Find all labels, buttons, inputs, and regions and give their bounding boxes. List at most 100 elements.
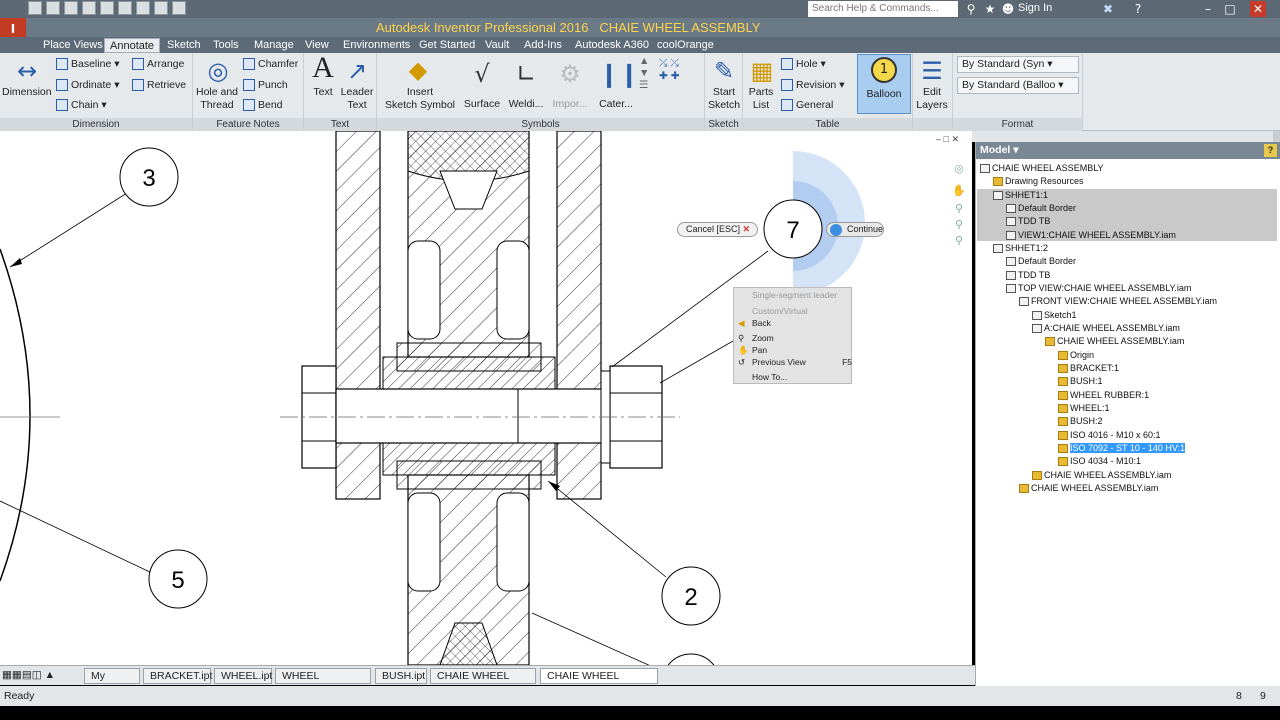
- view-window-controls[interactable]: – □ ✕: [936, 134, 959, 145]
- surface-button[interactable]: Surface: [463, 98, 501, 111]
- tree-node[interactable]: BUSH:1: [1058, 375, 1103, 387]
- tab-vault[interactable]: Vault: [480, 38, 514, 53]
- zoom-icon[interactable]: ⚲: [950, 202, 968, 216]
- tree-node[interactable]: ISO 7092 - ST 10 - 140 HV:1: [1058, 442, 1186, 454]
- doc-tab[interactable]: BUSH.ipt: [375, 668, 427, 684]
- style-combo-2[interactable]: By Standard (Balloo ▾: [957, 77, 1079, 94]
- star-icon[interactable]: ★: [982, 1, 998, 17]
- tree-node[interactable]: ISO 4034 - M10:1: [1058, 455, 1141, 467]
- tab-manage[interactable]: Manage: [249, 38, 299, 53]
- menu-pan[interactable]: ✋ Pan: [738, 345, 767, 355]
- tree-node[interactable]: WHEEL:1: [1058, 402, 1110, 414]
- help-search-input[interactable]: Search Help & Commands...: [808, 1, 958, 17]
- menu-back[interactable]: ◀ Back: [738, 318, 771, 328]
- tree-node[interactable]: CHAIE WHEEL ASSEMBLY: [980, 162, 1104, 174]
- tree-node[interactable]: SHHET1:2: [993, 242, 1048, 254]
- cancel-button[interactable]: Cancel [ESC] ✕: [677, 222, 758, 237]
- menu-custom-virtual[interactable]: Custom/Virtual: [752, 306, 808, 316]
- doc-tab[interactable]: WHEEL RUBBER.ipt: [275, 668, 371, 697]
- steering-wheel-icon[interactable]: ◎: [950, 162, 968, 176]
- edit-layers-button[interactable]: Edit Layers: [913, 86, 951, 112]
- minimize-icon[interactable]: –: [1200, 1, 1216, 17]
- tree-node[interactable]: A:CHAIE WHEEL ASSEMBLY.iam: [1032, 322, 1180, 334]
- continue-button[interactable]: Continue: [826, 222, 884, 237]
- tree-node[interactable]: SHHET1:1: [993, 189, 1048, 201]
- menu-single-segment-leader[interactable]: Single-segment leader: [752, 290, 837, 300]
- symbols-scroll-control[interactable]: ▲ ▼ ☰: [639, 55, 649, 91]
- start-sketch-button[interactable]: Start Sketch: [705, 86, 743, 112]
- tree-node[interactable]: BRACKET:1: [1058, 362, 1119, 374]
- exchange-icon[interactable]: ✖: [1100, 1, 1116, 17]
- browser-help-icon[interactable]: ?: [1264, 144, 1277, 157]
- tree-node[interactable]: WHEEL RUBBER:1: [1058, 389, 1149, 401]
- tree-node[interactable]: Origin: [1058, 349, 1094, 361]
- revision-button[interactable]: Revision ▾: [781, 79, 844, 92]
- menu-zoom[interactable]: ⚲ Zoom: [738, 333, 774, 343]
- tree-node[interactable]: VIEW1:CHAIE WHEEL ASSEMBLY.iam: [1006, 229, 1176, 241]
- style-combo-1[interactable]: By Standard (Syn ▾: [957, 56, 1079, 73]
- tab-get-started[interactable]: Get Started: [414, 38, 480, 53]
- tab-layout-icons[interactable]: ▦▦▤◫ ▲: [2, 668, 82, 684]
- measure-icon[interactable]: [172, 1, 186, 15]
- doc-tab[interactable]: WHEEL.ipt: [214, 668, 272, 684]
- tab-sketch[interactable]: Sketch: [162, 38, 206, 53]
- tree-node[interactable]: Default Border: [1006, 202, 1076, 214]
- hole-table-button[interactable]: Hole ▾: [781, 58, 826, 71]
- insert-symbol-button[interactable]: Insert Sketch Symbol: [381, 86, 459, 112]
- caterpillar-button[interactable]: Cater...: [595, 98, 637, 111]
- tree-node[interactable]: Default Border: [1006, 255, 1076, 267]
- tree-node[interactable]: BUSH:2: [1058, 415, 1103, 427]
- menu-previous-view[interactable]: ↺ Previous View F5: [738, 357, 852, 367]
- close-icon[interactable]: ✕: [1250, 1, 1266, 17]
- welding-button[interactable]: Weldi...: [507, 98, 545, 111]
- sign-in-link[interactable]: Sign In: [1018, 2, 1052, 14]
- tab-tools[interactable]: Tools: [208, 38, 244, 53]
- tree-node[interactable]: TDD TB: [1006, 269, 1050, 281]
- punch-button[interactable]: Punch: [243, 79, 288, 92]
- zoom-window-icon[interactable]: ⚲: [950, 218, 968, 232]
- doc-tab[interactable]: BRACKET.ipt: [143, 668, 212, 684]
- maximize-icon[interactable]: □: [1222, 1, 1238, 17]
- undo-icon[interactable]: [82, 1, 96, 15]
- tab-place-views[interactable]: Place Views: [38, 38, 108, 53]
- chamfer-button[interactable]: Chamfer: [243, 58, 298, 71]
- tree-node[interactable]: CHAIE WHEEL ASSEMBLY.iam: [1032, 469, 1171, 481]
- tree-node[interactable]: CHAIE WHEEL ASSEMBLY.iam: [1045, 335, 1184, 347]
- browser-scrollbar[interactable]: [1273, 131, 1280, 142]
- home-icon[interactable]: [118, 1, 132, 15]
- parts-list-button[interactable]: Parts List: [743, 86, 779, 112]
- baseline-button[interactable]: Baseline ▾: [56, 58, 119, 71]
- open-file-icon[interactable]: [46, 1, 60, 15]
- chain-button[interactable]: Chain ▾: [56, 99, 107, 112]
- tree-node[interactable]: FRONT VIEW:CHAIE WHEEL ASSEMBLY.iam: [1019, 295, 1217, 307]
- tree-node[interactable]: Sketch1: [1032, 309, 1077, 321]
- tree-node[interactable]: TDD TB: [1006, 215, 1050, 227]
- help-icon[interactable]: ?: [1130, 1, 1146, 17]
- user-icon[interactable]: ☻: [1000, 1, 1016, 17]
- general-table-button[interactable]: General: [781, 99, 833, 112]
- text-button[interactable]: Text: [308, 86, 338, 99]
- doc-tab[interactable]: CHAIE WHEEL A....iam: [430, 668, 536, 697]
- print-icon[interactable]: [136, 1, 150, 15]
- tab-annotate[interactable]: Annotate: [104, 38, 161, 53]
- new-file-icon[interactable]: [28, 1, 42, 15]
- browser-header[interactable]: Model ▾?: [976, 142, 1280, 159]
- save-icon[interactable]: [64, 1, 78, 15]
- drawing-canvas[interactable]: 3 5 2 7: [0, 131, 972, 665]
- redo-icon[interactable]: [100, 1, 114, 15]
- pan-icon[interactable]: ✋: [950, 184, 968, 198]
- tab-environments[interactable]: Environments: [338, 38, 415, 53]
- doc-tab[interactable]: CHAIE WHEEL ASSE...: [540, 668, 658, 697]
- tree-node[interactable]: ISO 4016 - M10 x 60:1: [1058, 429, 1161, 441]
- balloon-button[interactable]: 1 Balloon: [857, 54, 911, 114]
- tab-coolorange[interactable]: coolOrange: [652, 38, 719, 53]
- arrange-button[interactable]: Arrange: [132, 58, 184, 71]
- hole-thread-button[interactable]: Hole and Thread: [193, 86, 241, 112]
- tree-node[interactable]: CHAIE WHEEL ASSEMBLY.iam: [1019, 482, 1158, 494]
- leader-text-button[interactable]: Leader Text: [338, 86, 376, 112]
- ordinate-button[interactable]: Ordinate ▾: [56, 79, 119, 92]
- doc-tab[interactable]: My Home: [84, 668, 140, 697]
- zoom-all-icon[interactable]: ⚲: [950, 234, 968, 248]
- import-button[interactable]: Impor...: [549, 98, 591, 111]
- binoculars-icon[interactable]: ⚲: [963, 1, 979, 17]
